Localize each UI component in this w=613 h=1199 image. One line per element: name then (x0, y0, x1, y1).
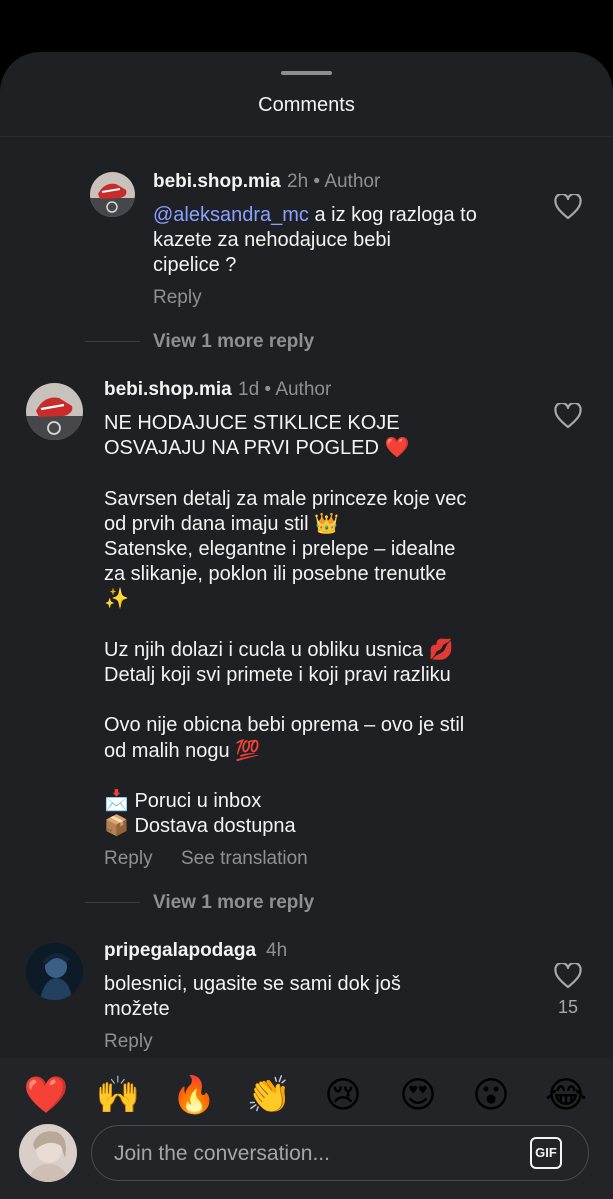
reply-button[interactable]: Reply (104, 1031, 153, 1053)
reaction-heart-eyes[interactable]: 😍 (394, 1073, 442, 1117)
view-more-replies[interactable]: View 1 more reply (153, 892, 314, 914)
avatar[interactable] (26, 943, 83, 1000)
avatar[interactable] (90, 172, 135, 217)
reaction-fire[interactable]: 🔥 (170, 1073, 218, 1117)
reaction-crying[interactable]: 😢 (319, 1073, 367, 1117)
author-badge: Author (324, 171, 381, 192)
reply-button[interactable]: Reply (104, 848, 153, 870)
reaction-raising-hands[interactable]: 🙌 (94, 1073, 142, 1117)
comment-text: NE HODAJUCE STIKLICE KOJE OSVAJAJU NA PR… (104, 412, 467, 838)
comment-line: a iz kog razloga to (314, 204, 477, 226)
avatar[interactable] (26, 383, 83, 440)
reaction-clapping[interactable]: 👏 (245, 1073, 293, 1117)
current-user-avatar[interactable] (19, 1124, 77, 1182)
comment-username[interactable]: bebi.shop.mia (153, 171, 281, 193)
comment-username[interactable]: pripegalapodaga (104, 940, 256, 962)
gif-button[interactable]: GIF (530, 1137, 562, 1169)
comment-time: 2h (287, 171, 309, 192)
author-badge: Author (275, 379, 332, 400)
sheet-title: Comments (258, 94, 355, 116)
thread-line (85, 902, 140, 903)
dot-separator: • (313, 171, 325, 192)
comment-line: kazete za nehodajuce bebi (153, 229, 391, 252)
reaction-surprised[interactable]: 😮 (467, 1073, 515, 1117)
see-translation-button[interactable]: See translation (181, 848, 308, 870)
like-heart-icon[interactable] (554, 403, 582, 429)
dot-separator: • (264, 379, 276, 400)
like-heart-icon[interactable] (554, 963, 582, 989)
view-more-replies[interactable]: View 1 more reply (153, 331, 314, 353)
like-heart-icon[interactable] (554, 194, 582, 220)
comment-username[interactable]: bebi.shop.mia (104, 379, 232, 401)
comment-input-box[interactable]: GIF (91, 1125, 589, 1181)
divider (0, 136, 613, 137)
comment-text: @aleksandra_mc a iz kog razloga to kazet… (153, 203, 533, 279)
reaction-heart[interactable]: ❤️ (22, 1073, 70, 1117)
like-count: 15 (557, 997, 579, 1017)
reply-button[interactable]: Reply (153, 287, 202, 309)
comment-input[interactable] (112, 1138, 516, 1170)
mention-link[interactable]: @aleksandra_mc (153, 204, 309, 226)
thread-line (85, 341, 140, 342)
comment-line: cipelice ? (153, 254, 237, 277)
comment-time: 1d (238, 379, 260, 400)
comment-text: bolesnici, ugasite se sami dok još možet… (104, 973, 401, 1021)
comment-meta: 1d • Author (238, 379, 331, 401)
comment-time: 4h (266, 940, 288, 961)
drag-handle[interactable] (281, 71, 332, 75)
reaction-tears-of-joy[interactable]: 😂 (542, 1073, 590, 1117)
comment-meta: 2h • Author (287, 171, 380, 193)
